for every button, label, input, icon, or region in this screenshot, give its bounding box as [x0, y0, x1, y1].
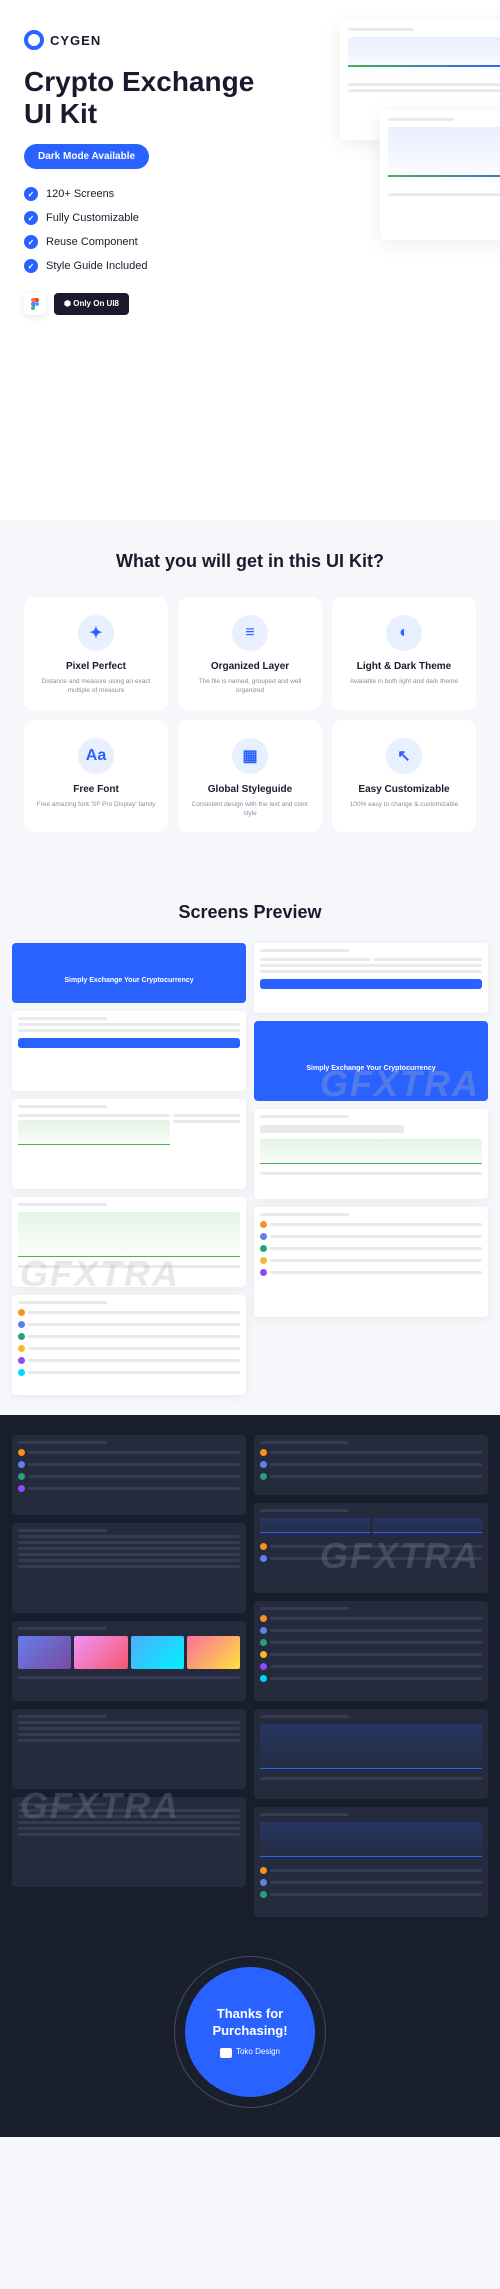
screen-detail: [254, 1807, 488, 1917]
card-title: Free Font: [34, 784, 158, 795]
screen-market: [12, 1295, 246, 1395]
logo-icon: [24, 30, 44, 50]
pixel-icon: ✦: [78, 615, 114, 651]
hero-section: CYGEN Crypto Exchange UI Kit Dark Mode A…: [0, 0, 500, 520]
col-1: Simply Exchange Your Cryptocurrency: [12, 943, 246, 1395]
mockup-chart: [380, 110, 500, 240]
screen-promo: Simply Exchange Your Cryptocurrency: [12, 943, 246, 1003]
thanks-line2: Purchasing!: [212, 2023, 287, 2040]
screen-dashboard: [12, 1099, 246, 1189]
feature-card-theme: ◐ Light & Dark Theme Available in both l…: [332, 597, 476, 709]
screen-trending: [254, 1503, 488, 1593]
screen-notifications: [12, 1797, 246, 1887]
screen-promo-2: Simply Exchange Your Cryptocurrency: [254, 1021, 488, 1101]
card-desc: The file is named, grouped and well orga…: [188, 677, 312, 695]
thanks-section: Thanks for Purchasing! Toko Design: [0, 1947, 500, 2137]
screen-list: [254, 1207, 488, 1317]
thanks-badge: Thanks for Purchasing! Toko Design: [185, 1967, 315, 2097]
feature-text: Fully Customizable: [46, 212, 139, 224]
feature-text: Style Guide Included: [46, 260, 148, 272]
check-icon: ✓: [24, 211, 38, 225]
screen-transactions: [12, 1523, 246, 1613]
check-icon: ✓: [24, 235, 38, 249]
layers-icon: ≡: [232, 615, 268, 651]
hero-mockups: [260, 20, 500, 300]
dark-screens: GFXTRA GFXTRA: [0, 1415, 500, 1947]
card-title: Global Styleguide: [188, 784, 312, 795]
hero-title: Crypto Exchange UI Kit: [24, 66, 264, 130]
screen-chart-dark: [254, 1709, 488, 1799]
check-icon: ✓: [24, 187, 38, 201]
author-logo-icon: [220, 2048, 232, 2058]
features-heading: What you will get in this UI Kit?: [24, 550, 476, 573]
screen-login: [12, 1011, 246, 1091]
screen-settings: [12, 1709, 246, 1789]
card-title: Organized Layer: [188, 661, 312, 672]
col-1: [12, 1435, 246, 1917]
ui8-badge: ⬢ Only On UI8: [54, 293, 129, 315]
col-2: [254, 1435, 488, 1917]
check-icon: ✓: [24, 259, 38, 273]
screen-prices: [254, 1601, 488, 1701]
screen-login-2: [254, 943, 488, 1013]
brand-name: CYGEN: [50, 33, 101, 48]
card-title: Light & Dark Theme: [342, 661, 466, 672]
font-icon: Aa: [78, 738, 114, 774]
feature-card-organized: ≡ Organized Layer The file is named, gro…: [178, 597, 322, 709]
screen-balance: [254, 1109, 488, 1199]
feature-text: Reuse Component: [46, 236, 138, 248]
thanks-line1: Thanks for: [217, 2006, 283, 2023]
screen-portfolio: [12, 1435, 246, 1515]
feature-card-font: Aa Free Font Free amazing font 'SF Pro D…: [24, 720, 168, 832]
card-desc: Available in both light and dark theme: [342, 677, 466, 686]
card-title: Pixel Perfect: [34, 661, 158, 672]
dark-mode-badge: Dark Mode Available: [24, 144, 149, 169]
screen-assets: [254, 1435, 488, 1495]
features-grid: ✦ Pixel Perfect Distance and measure usi…: [24, 597, 476, 831]
card-desc: Free amazing font 'SF Pro Display' famil…: [34, 800, 158, 809]
cursor-icon: ↖: [386, 738, 422, 774]
screen-trading: [12, 1197, 246, 1287]
col-2: Simply Exchange Your Cryptocurrency: [254, 943, 488, 1395]
styleguide-icon: ▦: [232, 738, 268, 774]
figma-icon: [24, 293, 46, 315]
screen-news: [12, 1621, 246, 1701]
card-desc: Distance and measure using an exact mult…: [34, 677, 158, 695]
feature-card-styleguide: ▦ Global Styleguide Consistent design wi…: [178, 720, 322, 832]
card-desc: 100% easy to change & customizable: [342, 800, 466, 809]
card-title: Easy Customizable: [342, 784, 466, 795]
features-section: What you will get in this UI Kit? ✦ Pixe…: [0, 520, 500, 872]
feature-text: 120+ Screens: [46, 188, 114, 200]
thanks-author: Toko Design: [220, 2047, 280, 2057]
theme-icon: ◐: [386, 615, 422, 651]
screens-heading: Screens Preview: [0, 872, 500, 943]
card-desc: Consistent design with the text and colo…: [188, 800, 312, 818]
light-screens: GFXTRA GFXTRA Simply Exchange Your Crypt…: [0, 943, 500, 1415]
feature-card-pixel: ✦ Pixel Perfect Distance and measure usi…: [24, 597, 168, 709]
feature-card-customizable: ↖ Easy Customizable 100% easy to change …: [332, 720, 476, 832]
